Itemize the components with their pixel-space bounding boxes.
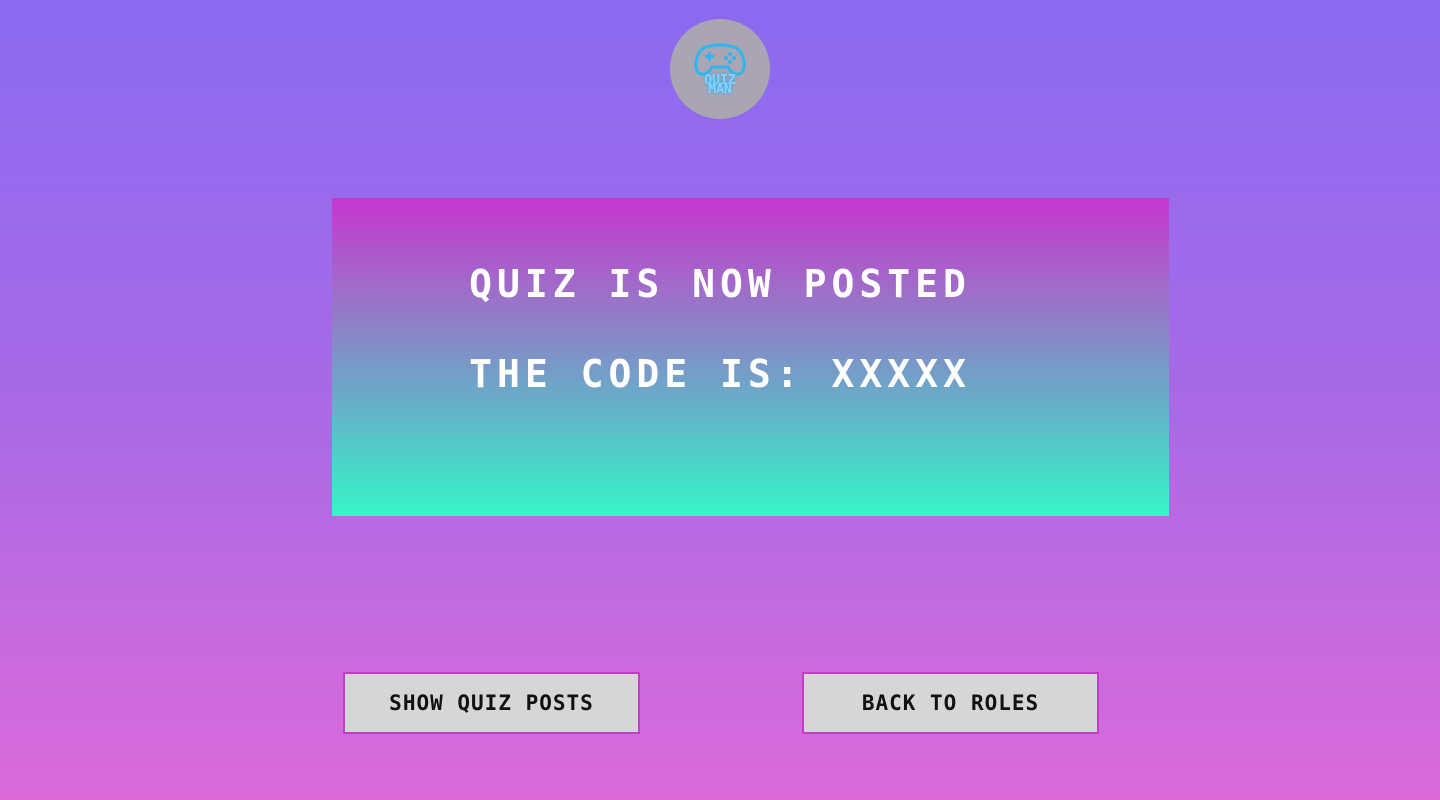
quiz-posted-heading: QUIZ IS NOW POSTED [469,262,971,306]
logo-text-man: MAN [708,82,732,97]
gamepad-icon [694,43,746,76]
back-to-roles-button[interactable]: BACK TO ROLES [802,672,1099,734]
quiz-code-text: THE CODE IS: XXXXX [469,352,971,396]
app-logo: QUIZ MAN [670,19,770,119]
show-quiz-posts-button[interactable]: SHOW QUIZ POSTS [343,672,640,734]
